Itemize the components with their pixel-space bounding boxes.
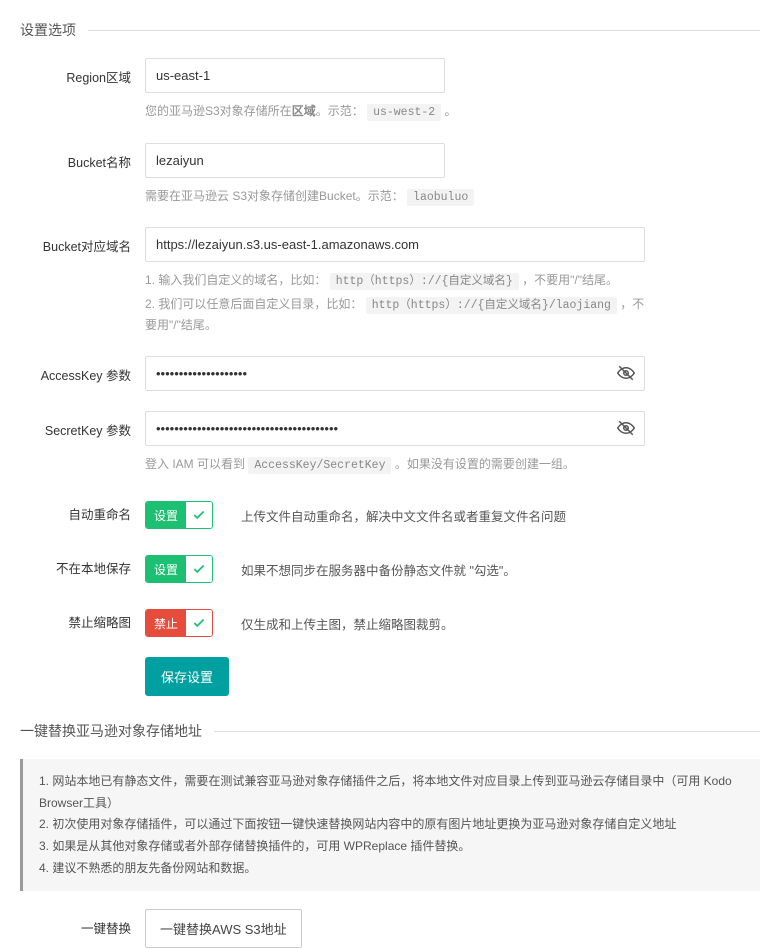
secretkey-input[interactable] bbox=[145, 411, 645, 446]
nolocal-toggle[interactable]: 设置 bbox=[145, 555, 213, 583]
bucket-input[interactable] bbox=[145, 143, 445, 178]
nolocal-desc: 如果不想同步在服务器中备份静态文件就 "勾选"。 bbox=[241, 560, 516, 579]
accesskey-input[interactable] bbox=[145, 356, 645, 391]
replace-label: 一键替换 bbox=[20, 909, 145, 937]
nothumb-desc: 仅生成和上传主图，禁止缩略图裁剪。 bbox=[241, 614, 454, 633]
eye-slash-icon[interactable] bbox=[617, 419, 635, 437]
domain-input[interactable] bbox=[145, 227, 645, 262]
autorename-toggle[interactable]: 设置 bbox=[145, 501, 213, 529]
nothumb-label: 禁止缩略图 bbox=[20, 603, 145, 631]
accesskey-label: AccessKey 参数 bbox=[20, 356, 145, 384]
autorename-desc: 上传文件自动重命名，解决中文文件名或者重复文件名问题 bbox=[241, 506, 566, 525]
region-label: Region区域 bbox=[20, 58, 145, 86]
bucket-label: Bucket名称 bbox=[20, 143, 145, 171]
section-settings-title: 设置选项 bbox=[20, 22, 88, 38]
nolocal-label: 不在本地保存 bbox=[20, 549, 145, 577]
autorename-label: 自动重命名 bbox=[20, 495, 145, 523]
secretkey-label: SecretKey 参数 bbox=[20, 411, 145, 439]
check-icon bbox=[186, 556, 212, 582]
replace-aws-button[interactable]: 一键替换AWS S3地址 bbox=[145, 909, 302, 948]
eye-slash-icon[interactable] bbox=[617, 364, 635, 382]
check-icon bbox=[186, 610, 212, 636]
nothumb-toggle[interactable]: 禁止 bbox=[145, 609, 213, 637]
domain-hint: 输入我们自定义的域名，比如： http（https）://{自定义域名} ，不要… bbox=[145, 270, 645, 335]
check-icon bbox=[186, 502, 212, 528]
replace-info-box: 网站本地已有静态文件，需要在测试兼容亚马逊对象存储插件之后，将本地文件对应目录上… bbox=[20, 759, 760, 891]
secretkey-hint: 登入 IAM 可以看到 AccessKey/SecretKey 。如果没有设置的… bbox=[145, 454, 645, 476]
region-hint: 您的亚马逊S3对象存储所在区域。示范： us-west-2 。 bbox=[145, 101, 600, 123]
bucket-hint: 需要在亚马逊云 S3对象存储创建Bucket。示范： laobuluo bbox=[145, 186, 600, 208]
region-input[interactable] bbox=[145, 58, 445, 93]
domain-label: Bucket对应域名 bbox=[20, 227, 145, 255]
section-replace-title: 一键替换亚马逊对象存储地址 bbox=[20, 723, 214, 739]
save-settings-button[interactable]: 保存设置 bbox=[145, 657, 229, 696]
